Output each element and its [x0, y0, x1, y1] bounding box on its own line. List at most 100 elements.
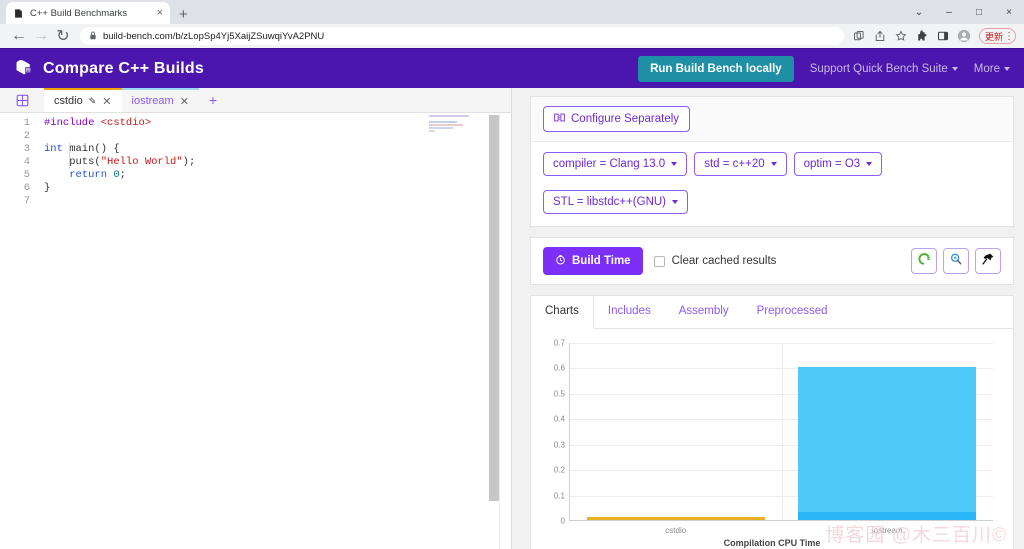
main-area: cstdio ✎ ✕ iostream ✕ + 1234567 #include… [0, 88, 1024, 549]
chart-bar-segment [798, 512, 976, 520]
chart-bar[interactable] [798, 342, 976, 520]
split-layout-icon[interactable] [0, 88, 44, 112]
y-axis-tick: 0.6 [554, 364, 565, 373]
cpp-build-bench-logo [14, 56, 34, 81]
code-token: return [69, 169, 107, 181]
recycle-c-icon-button[interactable] [911, 248, 937, 274]
new-tab-button[interactable]: + [179, 7, 188, 22]
configure-separately-button[interactable]: Configure Separately [543, 106, 690, 132]
tab-includes[interactable]: Includes [594, 296, 665, 328]
chart-title-main: Compilation CPU Time [724, 537, 821, 549]
cpp-logo-icon [13, 8, 24, 19]
back-icon[interactable]: ← [8, 25, 30, 47]
y-axis-tick: 0.3 [554, 440, 565, 449]
optim-dropdown[interactable]: optim = O3 [794, 152, 883, 176]
code-token: #include [44, 117, 101, 129]
indent-guide [69, 143, 70, 169]
editor-tab-iostream[interactable]: iostream ✕ [122, 88, 199, 112]
build-time-button[interactable]: Build Time [543, 247, 643, 275]
share-icon[interactable] [871, 27, 890, 46]
brand: Compare C++ Builds [14, 56, 204, 81]
profile-avatar-icon[interactable] [955, 27, 974, 46]
chevron-down-icon [671, 162, 677, 166]
run-build-bench-locally-button[interactable]: Run Build Bench locally [638, 56, 794, 82]
chevron-down-icon [866, 162, 872, 166]
address-bar[interactable]: build-bench.com/b/zLopSp4Yj5XaijZSuwqiYv… [80, 27, 844, 45]
maximize-button[interactable]: □ [964, 0, 994, 24]
code-token: <cstdio> [101, 117, 151, 129]
chevron-down-icon [672, 200, 678, 204]
code-token: "Hello World" [101, 156, 183, 168]
magnifier-icon [949, 252, 963, 271]
code-line[interactable]: int main() { [44, 143, 511, 156]
config-options: compiler = Clang 13.0 std = c++20 optim … [531, 142, 1013, 226]
update-badge-label: 更新 [985, 30, 1003, 43]
browser-tab[interactable]: C++ Build Benchmarks × [6, 2, 170, 24]
tab-groups-icon[interactable] [850, 27, 869, 46]
side-panel-icon[interactable] [934, 27, 953, 46]
edit-pencil-icon[interactable]: ✎ [89, 96, 97, 107]
results-pane: Configure Separately compiler = Clang 13… [512, 88, 1024, 549]
minimap-row [429, 130, 435, 132]
chart-title: Compilation CPU Time Lower is faster [724, 537, 821, 549]
tab-charts[interactable]: Charts [531, 296, 594, 329]
chrome-menu-icon[interactable]: ⋮ [1004, 31, 1013, 42]
support-quick-bench-suite-link[interactable]: Support Quick Bench Suite [810, 63, 958, 75]
editor-tab-cstdio[interactable]: cstdio ✎ ✕ [44, 88, 122, 112]
line-number-gutter: 1234567 [0, 117, 38, 208]
category-separator [782, 343, 783, 520]
code-line[interactable]: return 0; [44, 169, 511, 182]
clear-cached-results-checkbox[interactable]: Clear cached results [654, 255, 777, 267]
minimap-row [429, 115, 469, 117]
configuration-card: Configure Separately compiler = Clang 13… [530, 96, 1014, 227]
editor-tab-bar: cstdio ✎ ✕ iostream ✕ + [0, 88, 511, 113]
editor-scrollbar-thumb[interactable] [489, 115, 499, 501]
configure-separately-row: Configure Separately [531, 97, 1013, 142]
reload-icon[interactable]: ↻ [52, 25, 74, 47]
update-badge[interactable]: 更新 ⋮ [979, 28, 1016, 44]
code-line[interactable]: } [44, 182, 511, 195]
line-number: 1 [0, 117, 30, 130]
editor-right-gutter [499, 113, 511, 549]
chart-bar-segment [587, 517, 765, 519]
line-number: 3 [0, 143, 30, 156]
close-icon[interactable]: × [157, 8, 163, 19]
x-axis-label: cstdio [665, 526, 686, 535]
tab-search-icon[interactable]: ⌄ [904, 0, 934, 24]
chevron-down-icon [771, 162, 777, 166]
tab-assembly[interactable]: Assembly [665, 296, 743, 328]
code-token: ); [183, 156, 196, 168]
code-token: puts( [44, 156, 101, 168]
pushpin-icon-button[interactable] [975, 248, 1001, 274]
std-dropdown[interactable]: std = c++20 [694, 152, 786, 176]
result-action-buttons [911, 248, 1001, 274]
compiler-dropdown-label: compiler = Clang 13.0 [553, 158, 665, 170]
close-icon[interactable]: ✕ [180, 95, 189, 108]
code-minimap[interactable] [429, 115, 479, 137]
bookmark-star-icon[interactable] [892, 27, 911, 46]
minimize-button[interactable]: – [934, 0, 964, 24]
more-menu-link[interactable]: More [974, 63, 1010, 75]
add-editor-tab-button[interactable]: + [199, 88, 227, 112]
chart-bar[interactable] [587, 342, 765, 520]
code-line[interactable]: puts("Hello World"); [44, 156, 511, 169]
extensions-puzzle-icon[interactable] [913, 27, 932, 46]
code-line[interactable] [44, 195, 511, 208]
close-icon[interactable]: ✕ [102, 95, 111, 108]
y-axis-tick: 0.2 [554, 466, 565, 475]
checkbox-box[interactable] [654, 256, 665, 267]
more-menu-label: More [974, 63, 1000, 75]
compiler-dropdown[interactable]: compiler = Clang 13.0 [543, 152, 687, 176]
window-close-button[interactable]: × [994, 0, 1024, 24]
line-number: 6 [0, 182, 30, 195]
forward-icon[interactable]: → [30, 25, 52, 47]
tab-preprocessed[interactable]: Preprocessed [743, 296, 842, 328]
pushpin-icon [981, 252, 995, 271]
magnifier-icon-button[interactable] [943, 248, 969, 274]
stl-dropdown[interactable]: STL = libstdc++(GNU) [543, 190, 688, 214]
chart-plot-area[interactable]: 0.70.60.50.40.30.20.10cstdioiostream [569, 343, 993, 521]
code-token: ; [120, 169, 126, 181]
y-axis-tick: 0 [561, 517, 565, 526]
minimap-row [429, 127, 453, 129]
code-area-wrapper[interactable]: 1234567 #include <cstdio> int main() { p… [0, 113, 511, 549]
